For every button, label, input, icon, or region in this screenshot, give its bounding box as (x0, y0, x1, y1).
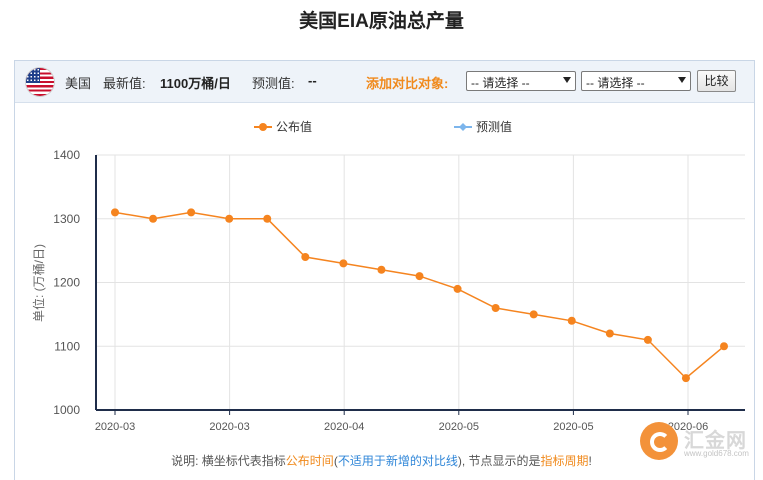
note-text-1: 说明: 横坐标代表指标 (171, 454, 286, 468)
data-point[interactable] (301, 253, 310, 261)
data-point[interactable] (187, 208, 196, 217)
data-point[interactable] (339, 259, 348, 268)
series-layer (111, 208, 728, 383)
tick-labels: 1000 1100 1200 1300 1400 2020-03 2020-03 2020-0… (53, 148, 708, 433)
y-tick-label: 1100 (54, 339, 80, 353)
legend[interactable]: 公布值 预测值 (254, 119, 512, 134)
legend-item-published[interactable]: 公布值 (254, 119, 312, 134)
note-publish-time: 公布时间 (285, 454, 334, 468)
legend-item-forecast[interactable]: 预测值 (454, 119, 512, 134)
y-tick-label: 1000 (53, 403, 80, 417)
data-point[interactable] (491, 304, 500, 312)
y-tick-label: 1400 (53, 148, 80, 162)
data-point[interactable] (263, 214, 272, 223)
note-not-applicable: 不适用于新增的对比线 (337, 454, 458, 468)
y-axis-label: 单位: (万桶/日) (31, 244, 46, 322)
data-point[interactable] (643, 335, 652, 344)
note-text-5: ), 节点显示的是 (457, 454, 541, 468)
y-tick-label: 1200 (53, 276, 80, 290)
x-tick-label: 2020-03 (209, 421, 249, 433)
y-tick-label: 1300 (53, 212, 80, 226)
data-point[interactable] (111, 208, 119, 217)
legend-label-forecast: 预测值 (476, 119, 512, 134)
watermark-logo: 汇金网 www.gold678.com (640, 418, 760, 480)
line-chart: 1000 1100 1200 1300 1400 2020-03 2020-03 2020-0… (31, 119, 745, 433)
x-tick-label: 2020-05 (439, 421, 479, 433)
data-point[interactable] (415, 272, 424, 281)
series-line-published (114, 211, 725, 380)
note-text-7: ! (588, 454, 592, 468)
axes (95, 155, 745, 415)
data-point[interactable] (605, 329, 614, 338)
legend-label-published: 公布值 (276, 119, 312, 134)
x-tick-label: 2020-03 (95, 421, 135, 433)
chart-note: 说明: 横坐标代表指标公布时间(不适用于新增的对比线), 节点显示的是指标周期! (0, 452, 763, 469)
x-tick-label: 2020-05 (553, 421, 593, 433)
note-indicator-period: 指标周期 (540, 454, 589, 468)
data-point[interactable] (149, 214, 158, 223)
x-tick-label: 2020-04 (324, 421, 364, 433)
data-point[interactable] (720, 342, 728, 351)
data-point[interactable] (681, 374, 690, 383)
data-point[interactable] (453, 284, 462, 293)
data-point[interactable] (529, 310, 538, 319)
data-point[interactable] (567, 316, 576, 325)
data-point[interactable] (225, 214, 234, 223)
grid-lines (96, 154, 745, 410)
data-point[interactable] (377, 265, 386, 274)
